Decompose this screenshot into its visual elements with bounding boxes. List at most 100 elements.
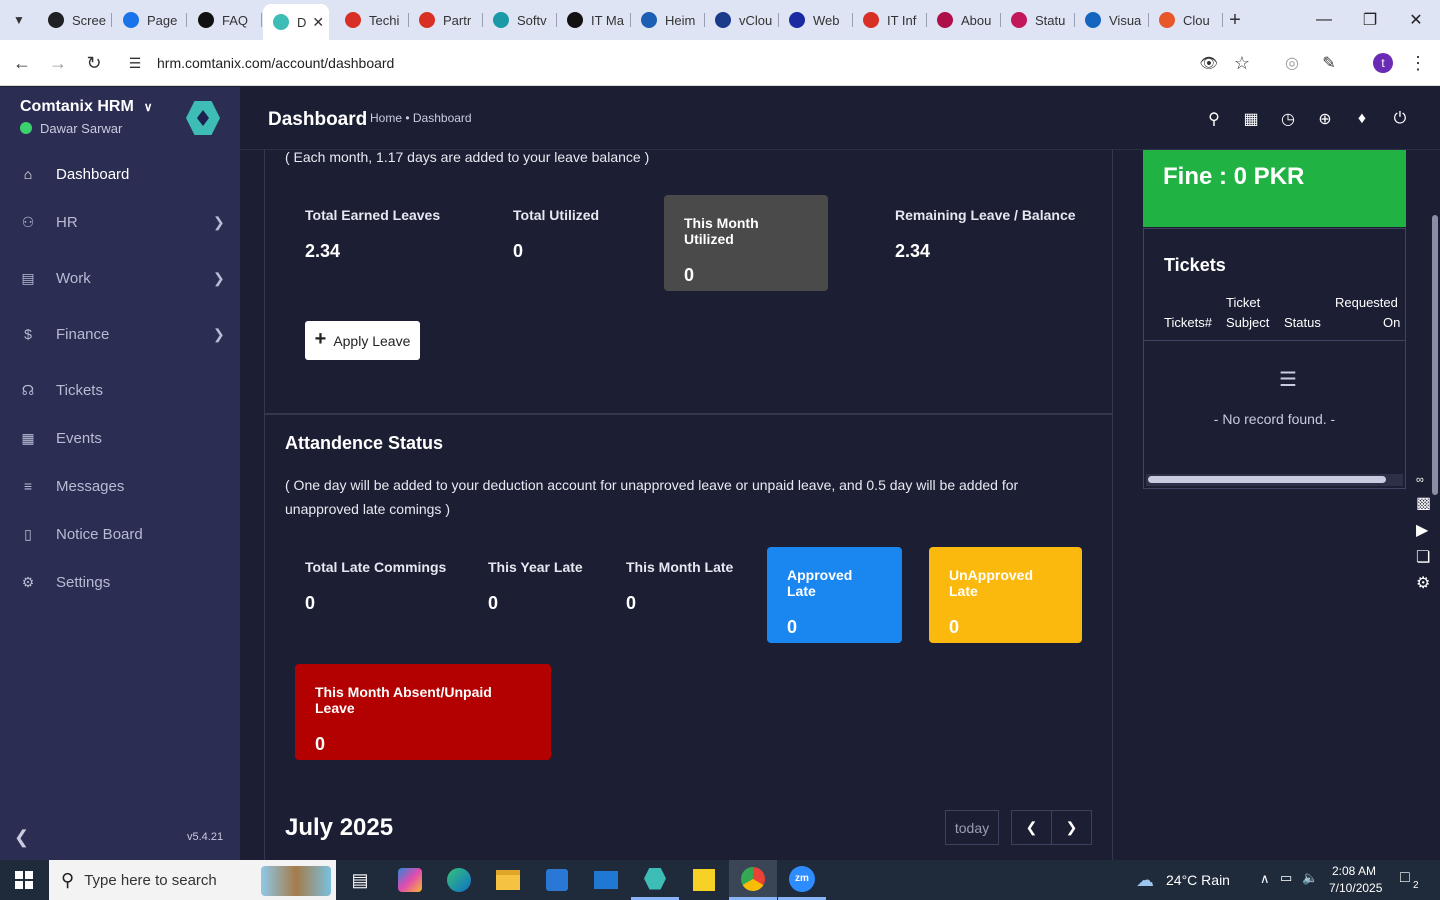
total-late-label: Total Late Commings (305, 559, 447, 575)
minimize-button[interactable]: — (1304, 8, 1344, 32)
tickets-horizontal-scrollbar[interactable] (1146, 474, 1403, 486)
chrome-icon[interactable] (729, 860, 777, 900)
forward-icon[interactable]: → (45, 50, 71, 76)
browser-tab[interactable]: IT Inf (853, 6, 927, 34)
tab-search-button[interactable]: ▼ (6, 8, 32, 32)
link-tool-icon[interactable]: ∞ (1416, 474, 1424, 486)
tab-separator (261, 13, 262, 27)
page-vertical-scrollbar[interactable] (1432, 215, 1438, 495)
app-logo[interactable] (186, 101, 220, 135)
absent-value: 0 (315, 734, 326, 754)
sidebar-item-tickets[interactable]: ☊ Tickets (0, 370, 240, 410)
taskbar-search[interactable]: ⚲ Type here to search (49, 860, 336, 900)
browser-tab[interactable]: vClou (705, 6, 779, 34)
new-tab-button[interactable]: + (1222, 8, 1248, 32)
tracking-protection-icon[interactable]: 👁 (1196, 50, 1222, 76)
close-window-button[interactable]: ✕ (1396, 8, 1436, 32)
power-icon[interactable]: ⏻ (1389, 108, 1411, 130)
add-circle-icon[interactable]: ⊕ (1314, 108, 1336, 130)
weather-text[interactable]: 24°C Rain (1166, 872, 1230, 888)
clock-time[interactable]: 2:08 AM (1332, 864, 1376, 878)
site-info-icon[interactable]: ☰ (122, 50, 148, 76)
copilot-icon[interactable] (386, 860, 434, 900)
apply-leave-button[interactable]: + Apply Leave (305, 321, 420, 360)
browser-tab[interactable]: Visua (1075, 6, 1149, 34)
sticky-notes-icon[interactable] (680, 860, 728, 900)
sidebar-item-finance[interactable]: $ Finance ❯ (0, 314, 240, 354)
sidebar-item-dashboard[interactable]: ⌂ Dashboard (0, 154, 240, 194)
tab-favicon-icon (937, 12, 953, 28)
volume-icon[interactable]: 🔈 (1302, 870, 1318, 886)
prev-month-button[interactable]: ❮ (1011, 810, 1052, 845)
hrm-app-icon[interactable] (631, 860, 679, 900)
tray-overflow-icon[interactable]: ∧ (1260, 871, 1270, 887)
notification-icon[interactable]: □ (1400, 869, 1410, 887)
restore-button[interactable]: ❐ (1350, 8, 1390, 32)
briefcase-icon: ▤ (21, 269, 35, 286)
store-icon[interactable] (533, 860, 581, 900)
translate-icon[interactable]: ◎ (1279, 50, 1305, 76)
browser-tab[interactable]: FAQ (188, 6, 262, 34)
network-icon[interactable]: ▭ (1280, 870, 1292, 886)
tab-favicon-icon (789, 12, 805, 28)
tab-separator (186, 13, 187, 27)
list-icon: ☰ (1279, 369, 1297, 391)
camera-icon[interactable]: ▩ (1416, 493, 1431, 513)
tickets-header-divider (1144, 340, 1405, 341)
task-view-icon[interactable]: ▤ (336, 860, 384, 900)
close-tab-icon[interactable]: ✕ (312, 14, 324, 31)
browser-tab[interactable]: Web (779, 6, 853, 34)
bell-icon[interactable]: ♦ (1351, 108, 1373, 130)
browser-tab[interactable]: Statu (1001, 6, 1075, 34)
start-button[interactable] (0, 860, 48, 900)
collapse-sidebar-icon[interactable]: ❮ (14, 827, 29, 848)
chevron-down-icon[interactable]: ∨ (144, 100, 153, 114)
reload-icon[interactable]: ↻ (81, 50, 107, 76)
browser-tab[interactable]: D ✕ (263, 4, 329, 40)
today-button[interactable]: today (945, 810, 999, 845)
tab-label: IT Ma (591, 12, 624, 28)
browser-tab[interactable]: Abou (927, 6, 1001, 34)
menu-kebab-icon[interactable]: ⋮ (1405, 50, 1431, 76)
gear-icon[interactable]: ⚙ (1416, 573, 1430, 593)
sidebar-item-hr[interactable]: ⚇ HR ❯ (0, 202, 240, 242)
year-late-stat: This Year Late 0 (488, 559, 583, 614)
sidebar-item-events[interactable]: ▦ Events (0, 418, 240, 458)
sidebar-item-notice-board[interactable]: ▯ Notice Board (0, 514, 240, 554)
main-content: ( Each month, 1.17 days are added to you… (240, 150, 1440, 860)
browser-tab[interactable]: IT Ma (557, 6, 631, 34)
scrollbar-thumb[interactable] (1148, 476, 1386, 483)
edge-icon[interactable] (435, 860, 483, 900)
weather-icon[interactable]: ☁ (1136, 870, 1154, 891)
zoom-icon[interactable]: zm (778, 860, 826, 900)
extensions-icon[interactable]: ✎ (1316, 50, 1342, 76)
brand-name[interactable]: Comtanix HRM ∨ (20, 98, 153, 116)
search-icon[interactable]: ⚲ (1203, 108, 1225, 130)
clock-icon[interactable]: ◷ (1277, 108, 1299, 130)
sticky-note-icon[interactable]: ▦ (1240, 108, 1262, 130)
file-explorer-icon[interactable] (484, 860, 532, 900)
next-month-button[interactable]: ❯ (1051, 810, 1092, 845)
browser-tab[interactable]: Page (113, 6, 187, 34)
browser-tab[interactable]: Scree (38, 6, 112, 34)
mail-icon[interactable] (582, 860, 630, 900)
sidebar-item-messages[interactable]: ≡ Messages (0, 466, 240, 506)
back-icon[interactable]: ← (9, 50, 35, 76)
tab-separator (111, 13, 112, 27)
profile-initial: t (1381, 56, 1385, 70)
clipboard-icon: ▯ (24, 525, 32, 542)
clock-date[interactable]: 7/10/2025 (1329, 881, 1382, 895)
browser-tab[interactable]: Techi (335, 6, 409, 34)
address-bar: ← → ↻ ☰ hrm.comtanix.com/account/dashboa… (0, 40, 1440, 86)
bookmark-star-icon[interactable]: ☆ (1229, 50, 1255, 76)
sidebar-item-settings[interactable]: ⚙ Settings (0, 562, 240, 602)
browser-tab[interactable]: Heim (631, 6, 705, 34)
tab-label: FAQ (222, 12, 249, 28)
browser-tab[interactable]: Partr (409, 6, 483, 34)
browser-tab[interactable]: Clou (1149, 6, 1223, 34)
windows-icon[interactable]: ❏ (1416, 547, 1430, 567)
profile-avatar[interactable]: t (1373, 53, 1393, 73)
browser-tab[interactable]: Softv (483, 6, 557, 34)
video-icon[interactable]: ▶ (1416, 520, 1428, 540)
sidebar-item-work[interactable]: ▤ Work ❯ (0, 258, 240, 298)
